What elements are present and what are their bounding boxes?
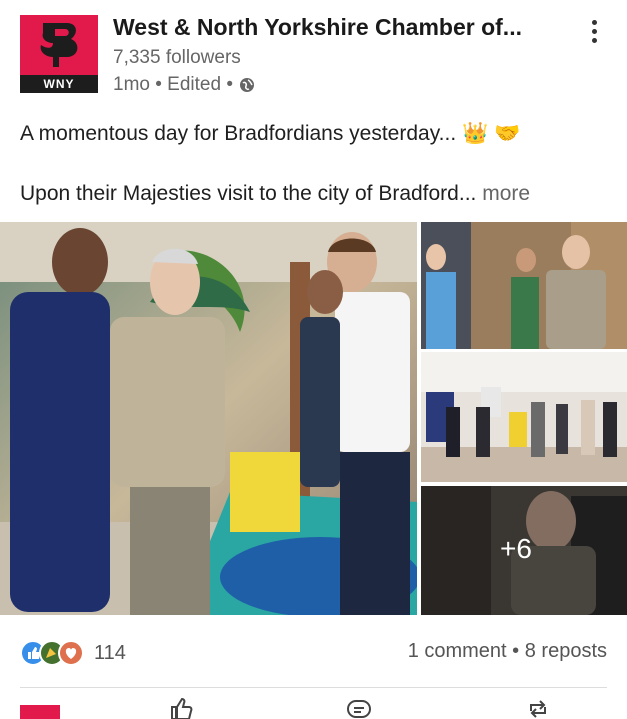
main-photo[interactable] [0,222,417,615]
avatar[interactable] [20,705,60,719]
post-text-line2-content: Upon their Majesties visit to the city o… [20,182,477,205]
author-name[interactable]: West & North Yorkshire Chamber of... [113,14,522,41]
reaction-count: 114 [94,641,126,664]
more-photos-count: +6 [500,533,532,564]
photo-thumbnail-3[interactable]: +6 [421,486,627,615]
like-action-icon[interactable] [166,697,194,719]
divider [20,687,607,688]
comment-action-icon[interactable] [345,697,373,719]
logo-text: WNY [20,75,98,93]
follower-count: 7,335 followers [113,47,241,68]
globe-icon [239,78,254,92]
post-text-line1: A momentous day for Bradfordians yesterd… [20,122,521,145]
logo-mark-icon [40,23,78,67]
post-text-line2: Upon their Majesties visit to the city o… [20,182,530,206]
see-more-link[interactable]: more [476,182,530,205]
repost-action-icon[interactable] [524,697,552,719]
post-meta-text: 1mo • Edited • [113,74,233,95]
photo-thumbnail-2[interactable] [421,352,627,482]
post-meta: 1mo • Edited • [113,74,255,96]
reactions-summary[interactable]: 114 [20,640,126,666]
comments-reposts-count[interactable]: 1 comment • 8 reposts [408,640,607,663]
more-vert-icon[interactable] [585,20,603,48]
company-logo[interactable]: WNY [20,15,98,93]
photo-thumbnail-1[interactable] [421,222,627,349]
